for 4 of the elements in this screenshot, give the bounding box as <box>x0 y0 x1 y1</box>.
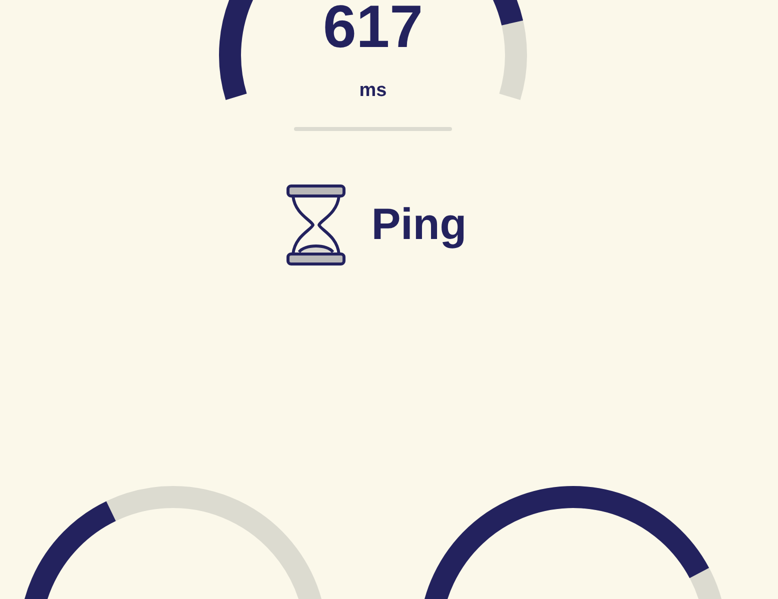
unit-label: ms <box>359 81 387 101</box>
ping-value: 617 <box>322 0 424 57</box>
hourglass-icon <box>285 184 348 266</box>
ping-label: Ping <box>371 201 467 249</box>
